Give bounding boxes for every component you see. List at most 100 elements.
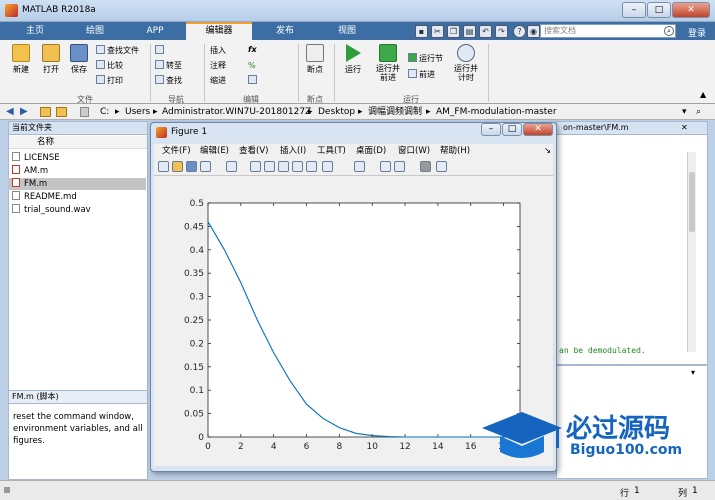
percent-icon[interactable]: % xyxy=(248,60,256,72)
run-button[interactable]: 运行 xyxy=(338,44,368,75)
indent-icon[interactable] xyxy=(248,75,259,87)
undo-icon[interactable]: ↶ xyxy=(479,25,492,38)
list-item[interactable]: AM.m xyxy=(8,165,146,177)
tab-view[interactable]: 视图 xyxy=(318,22,376,40)
editor-scrollbar[interactable] xyxy=(687,152,696,352)
path-segment[interactable]: AM_FM-modulation-master xyxy=(436,106,557,118)
y-tick-label: 0.4 xyxy=(190,246,205,256)
tab-apps[interactable]: APP xyxy=(126,22,184,40)
save-quick-icon[interactable]: ▪ xyxy=(415,25,428,38)
back-nav-button[interactable] xyxy=(155,45,166,57)
rotate-icon[interactable] xyxy=(292,161,303,172)
menu-desktop[interactable]: 桌面(D) xyxy=(356,144,386,158)
fx-icon[interactable]: fx xyxy=(248,44,257,56)
redo-icon[interactable]: ↷ xyxy=(495,25,508,38)
figure-minimize-button[interactable]: – xyxy=(481,123,501,136)
menu-tools[interactable]: 工具(T) xyxy=(317,144,346,158)
browse-folder-icon[interactable] xyxy=(56,107,67,117)
menu-edit[interactable]: 编辑(E) xyxy=(200,144,229,158)
path-segment[interactable]: 调幅调频调制 xyxy=(368,106,422,118)
ribbon-collapse-icon[interactable]: ▲ xyxy=(700,90,706,99)
search-docs-input[interactable]: 搜索文档 xyxy=(540,24,676,38)
maximize-button[interactable]: □ xyxy=(647,2,671,18)
figure-maximize-button[interactable]: □ xyxy=(502,123,522,136)
path-segment[interactable]: C: xyxy=(100,106,109,118)
community-icon[interactable]: ◉ xyxy=(527,25,540,38)
tab-publish[interactable]: 发布 xyxy=(256,22,314,40)
hide-tools-icon[interactable] xyxy=(420,161,431,172)
search-path-icon[interactable]: ⌕ xyxy=(696,106,701,118)
column-header-name[interactable]: 名称 xyxy=(9,136,147,149)
data-cursor-icon[interactable] xyxy=(306,161,317,172)
list-item[interactable]: README.md xyxy=(8,191,146,203)
show-tools-icon[interactable] xyxy=(436,161,447,172)
goto-button[interactable]: 转至 xyxy=(155,60,182,72)
menu-help[interactable]: 帮助(H) xyxy=(440,144,470,158)
path-segment[interactable]: Desktop xyxy=(318,106,355,118)
new-figure-icon[interactable] xyxy=(158,161,169,172)
indent-button[interactable]: 缩进 xyxy=(210,75,226,87)
open-file-icon[interactable] xyxy=(172,161,183,172)
print-button[interactable]: 打印 xyxy=(96,75,123,87)
menu-window[interactable]: 窗口(W) xyxy=(398,144,430,158)
save-button[interactable]: 保存 xyxy=(64,44,94,75)
brush-icon[interactable] xyxy=(322,161,333,172)
pan-icon[interactable] xyxy=(278,161,289,172)
colorbar-icon[interactable] xyxy=(380,161,391,172)
row-label: 行 xyxy=(620,489,630,499)
menu-file[interactable]: 文件(F) xyxy=(162,144,191,158)
zoom-in-icon[interactable] xyxy=(250,161,261,172)
print-figure-icon[interactable] xyxy=(200,161,211,172)
list-item[interactable]: LICENSE xyxy=(8,152,146,164)
close-button[interactable]: ✕ xyxy=(672,2,710,18)
command-scroll-arrow-icon[interactable]: ▾ xyxy=(691,368,695,377)
open-button[interactable]: 打开 xyxy=(36,44,66,75)
save-figure-icon[interactable] xyxy=(186,161,197,172)
sign-in-link[interactable]: 登录 xyxy=(688,26,706,39)
run-advance-icon xyxy=(379,44,397,62)
up-folder-icon[interactable] xyxy=(40,107,51,117)
zoom-out-icon[interactable] xyxy=(264,161,275,172)
y-tick-label: 0 xyxy=(198,433,204,443)
editor-close-icon[interactable]: ✕ xyxy=(681,123,688,132)
find-file-button[interactable]: 查找文件 xyxy=(96,45,139,57)
advance-button[interactable]: 前进 xyxy=(408,69,435,81)
search-icon[interactable]: ⌕ xyxy=(664,26,674,36)
compare-button[interactable]: 比较 xyxy=(96,60,123,72)
help-icon[interactable]: ? xyxy=(513,25,526,38)
run-time-button[interactable]: 运行并 计时 xyxy=(450,44,482,82)
legend-icon[interactable] xyxy=(394,161,405,172)
menu-view[interactable]: 查看(V) xyxy=(239,144,268,158)
find-button[interactable]: 查找 xyxy=(155,75,182,87)
compare-icon xyxy=(96,60,105,69)
paste-icon[interactable]: ▤ xyxy=(463,25,476,38)
link-icon[interactable] xyxy=(354,161,365,172)
menu-dock-icon[interactable]: ↘ xyxy=(544,144,551,158)
copy-icon[interactable]: ❐ xyxy=(447,25,460,38)
figure-icon xyxy=(156,127,167,138)
forward-arrow-icon[interactable]: ▶ xyxy=(20,106,28,118)
figure-close-button[interactable]: ✕ xyxy=(523,123,553,136)
breakpoints-button[interactable]: 断点 xyxy=(300,44,330,75)
x-tick-label: 0 xyxy=(205,442,211,452)
editor-code-line: an be demodulated. xyxy=(559,346,646,355)
cut-icon[interactable]: ✂ xyxy=(431,25,444,38)
back-arrow-icon[interactable]: ◀ xyxy=(6,106,14,118)
minimize-button[interactable]: – xyxy=(622,2,646,18)
run-section-button[interactable]: 运行节 xyxy=(408,53,443,65)
tab-home[interactable]: 主页 xyxy=(6,22,64,40)
run-advance-button[interactable]: 运行并 前进 xyxy=(372,44,404,82)
path-dropdown-icon[interactable]: ▾ xyxy=(682,106,687,118)
list-item-selected[interactable]: FM.m xyxy=(8,178,146,190)
tab-editor[interactable]: 编辑器 xyxy=(186,22,252,40)
path-segment[interactable]: Users xyxy=(125,106,150,118)
comment-button[interactable]: 注释 xyxy=(210,60,226,72)
drive-icon xyxy=(80,107,89,117)
tab-plots[interactable]: 绘图 xyxy=(66,22,124,40)
path-segment[interactable]: Administrator.WIN7U-20180127Z xyxy=(162,106,311,118)
new-button[interactable]: 新建 xyxy=(6,44,36,75)
pointer-icon[interactable] xyxy=(226,161,237,172)
menu-insert[interactable]: 插入(I) xyxy=(280,144,306,158)
insert-button[interactable]: 插入 xyxy=(210,45,226,57)
list-item[interactable]: trial_sound.wav xyxy=(8,204,146,216)
